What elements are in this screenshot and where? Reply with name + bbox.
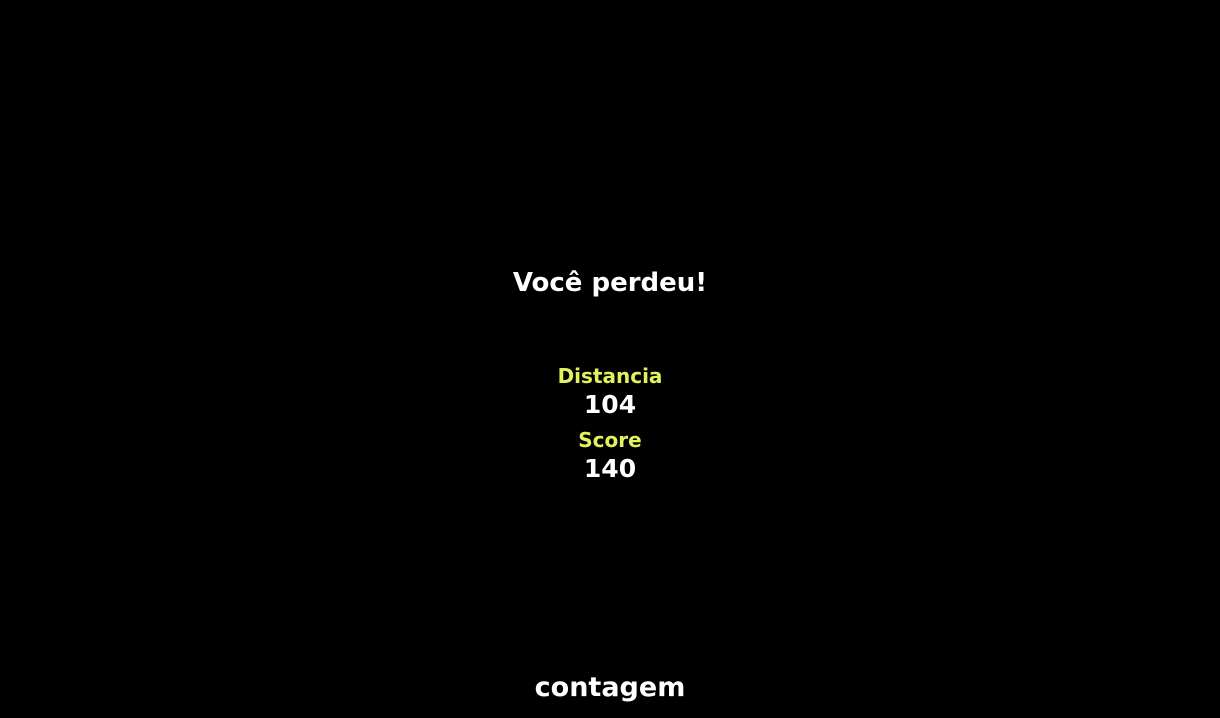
- countdown-label: contagem: [534, 672, 686, 703]
- game-over-title: Você perdeu!: [512, 268, 708, 298]
- distance-label: Distancia: [557, 364, 663, 388]
- score-value: 140: [583, 454, 637, 483]
- distance-value: 104: [583, 390, 637, 419]
- score-label: Score: [578, 428, 642, 452]
